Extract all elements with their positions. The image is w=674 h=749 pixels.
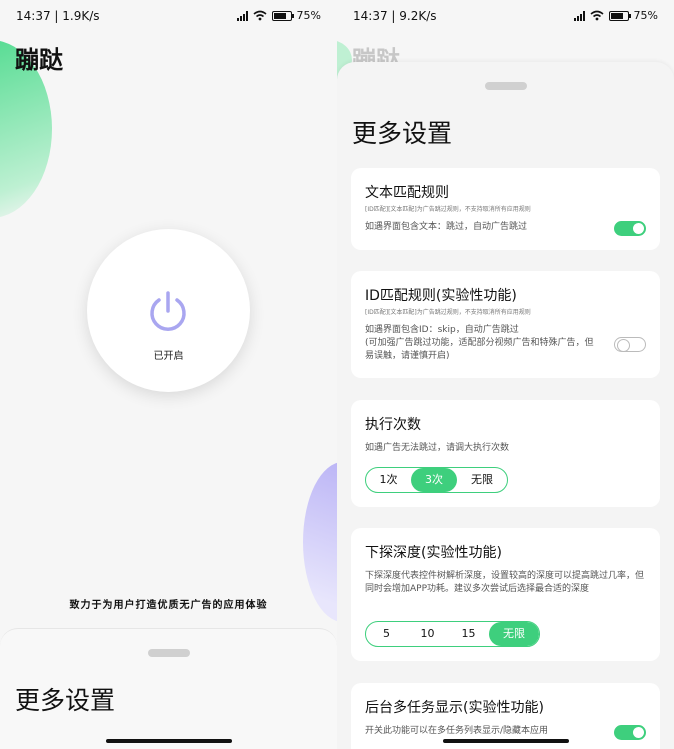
settings-sheet: 更多设置 文本匹配规则 [ID匹配][文本匹配]为广告跳过规则，不支持取消所有应… xyxy=(337,62,674,749)
depth-option[interactable]: 15 xyxy=(448,622,489,646)
settings-screen: 14:37 | 9.2K/s 75% 蹦跶 更多设置 文本匹配规则 [ID匹配]… xyxy=(337,0,674,749)
depth-option-selected[interactable]: 无限 xyxy=(489,622,539,646)
status-bar: 14:37 | 9.2K/s 75% xyxy=(337,0,674,32)
battery-icon xyxy=(608,10,631,21)
sheet-title: 更多设置 xyxy=(15,686,116,715)
status-time: 14:37 | 9.2K/s xyxy=(353,9,437,23)
id-rule-toggle[interactable] xyxy=(614,337,646,352)
wifi-icon xyxy=(253,10,267,21)
battery-percent: 75% xyxy=(633,9,658,22)
signal-icon xyxy=(573,10,585,21)
exec-count-option[interactable]: 无限 xyxy=(457,468,507,492)
slogan: 致力于为用户打造优质无广告的应用体验 xyxy=(69,600,268,611)
text-rule-card: 文本匹配规则 [ID匹配][文本匹配]为广告跳过规则，不支持取消所有应用规则 如… xyxy=(351,168,660,250)
exec-count-desc: 如遇广告无法跳过，请调大执行次数 xyxy=(365,443,510,453)
home-indicator[interactable] xyxy=(105,739,232,743)
id-rule-title: ID匹配规则(实验性功能) xyxy=(365,288,517,304)
text-rule-title: 文本匹配规则 xyxy=(365,185,449,201)
multitask-toggle[interactable] xyxy=(614,725,646,740)
signal-icon xyxy=(236,10,248,21)
exec-count-title: 执行次数 xyxy=(365,417,421,433)
power-icon xyxy=(150,291,186,331)
id-rule-card: ID匹配规则(实验性功能) [ID匹配][文本匹配]为广告跳过规则，不支持取消所… xyxy=(351,271,660,378)
id-rule-note: [ID匹配][文本匹配]为广告跳过规则，不支持取消所有应用规则 xyxy=(365,309,531,316)
battery-percent: 75% xyxy=(296,9,321,22)
status-time: 14:37 | 1.9K/s xyxy=(16,9,100,23)
depth-selector[interactable]: 5 10 15 无限 xyxy=(365,621,540,647)
text-rule-desc: 如遇界面包含文本：跳过，自动广告跳过 xyxy=(365,222,528,232)
settings-sheet-collapsed[interactable]: 更多设置 xyxy=(0,628,337,749)
text-rule-note: [ID匹配][文本匹配]为广告跳过规则，不支持取消所有应用规则 xyxy=(365,206,531,213)
id-rule-desc: 如遇界面包含ID：skip，自动广告跳过 (可加强广告跳过功能，适配部分视频广告和… xyxy=(365,325,594,361)
sheet-drag-handle[interactable] xyxy=(147,649,190,657)
sheet-drag-handle[interactable] xyxy=(484,82,527,90)
depth-option[interactable]: 5 xyxy=(366,622,407,646)
status-icons: 75% xyxy=(236,9,321,22)
settings-title: 更多设置 xyxy=(352,119,453,148)
multitask-title: 后台多任务显示(实验性功能) xyxy=(365,700,544,716)
exec-count-option[interactable]: 1次 xyxy=(366,468,411,492)
home-indicator[interactable] xyxy=(442,739,569,743)
exec-count-option-selected[interactable]: 3次 xyxy=(411,468,457,492)
exec-count-selector[interactable]: 1次 3次 无限 xyxy=(365,467,508,493)
wifi-icon xyxy=(590,10,604,21)
power-toggle-button[interactable]: 已开启 xyxy=(87,229,250,392)
app-title: 蹦跶 xyxy=(15,46,63,74)
status-icons: 75% xyxy=(573,9,658,22)
depth-desc: 下探深度代表控件树解析深度，设置较高的深度可以提高跳过几率，但同时会增加APP功… xyxy=(365,571,645,594)
battery-icon xyxy=(271,10,294,21)
status-bar: 14:37 | 1.9K/s 75% xyxy=(0,0,337,32)
multitask-desc: 开关此功能可以在多任务列表显示/隐藏本应用 xyxy=(365,726,549,736)
exec-count-card: 执行次数 如遇广告无法跳过，请调大执行次数 1次 3次 无限 xyxy=(351,400,660,507)
power-status-label: 已开启 xyxy=(153,351,184,362)
home-screen: 14:37 | 1.9K/s 75% 蹦跶 已开启 致力于为用户打造优质无广告的… xyxy=(0,0,337,749)
depth-card: 下探深度(实验性功能) 下探深度代表控件树解析深度，设置较高的深度可以提高跳过几… xyxy=(351,528,660,661)
text-rule-toggle[interactable] xyxy=(614,221,646,236)
depth-option[interactable]: 10 xyxy=(407,622,448,646)
depth-title: 下探深度(实验性功能) xyxy=(365,545,502,561)
